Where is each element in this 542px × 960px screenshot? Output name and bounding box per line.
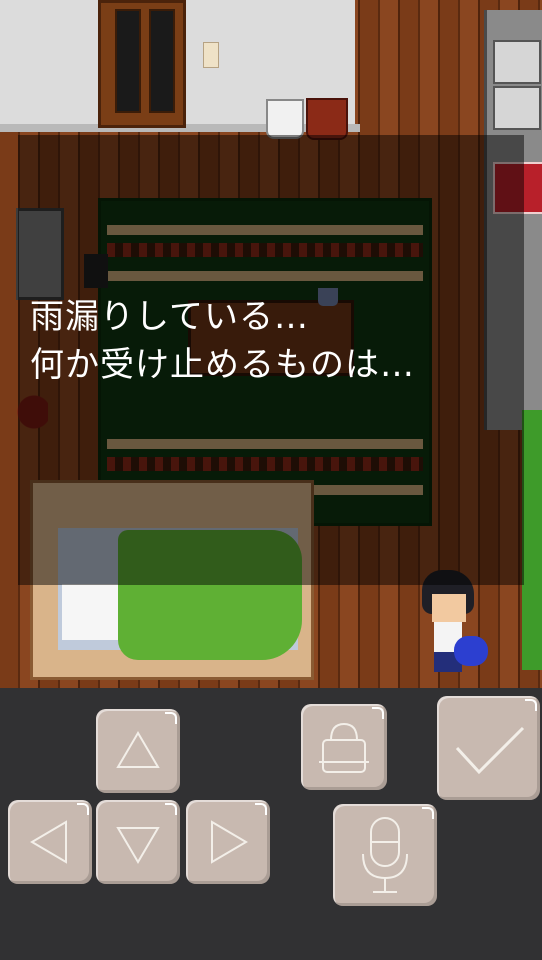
left-arrow-icon bbox=[30, 820, 67, 864]
item-button[interactable] bbox=[301, 704, 387, 790]
microphone-icon bbox=[362, 817, 408, 893]
dialog-line-1: 雨漏りしている… bbox=[30, 297, 309, 337]
left-button[interactable] bbox=[8, 800, 92, 884]
shelf-item bbox=[493, 40, 541, 84]
shelf-item bbox=[493, 86, 541, 130]
bag-icon bbox=[319, 722, 369, 773]
dialog-text: 雨漏りしている… 何か受け止めるものは… bbox=[30, 293, 415, 389]
door bbox=[98, 0, 186, 128]
door-glass-left bbox=[115, 9, 141, 113]
confirm-button[interactable] bbox=[437, 696, 540, 800]
red-bucket bbox=[306, 98, 348, 140]
right-button[interactable] bbox=[186, 800, 270, 884]
up-arrow-icon bbox=[116, 731, 160, 768]
checkmark-icon bbox=[455, 726, 525, 775]
up-button[interactable] bbox=[96, 709, 180, 793]
control-panel bbox=[0, 688, 542, 960]
white-bucket bbox=[266, 99, 304, 139]
dialog-box[interactable]: 雨漏りしている… 何か受け止めるものは… bbox=[18, 135, 524, 585]
down-button[interactable] bbox=[96, 800, 180, 884]
character-face bbox=[432, 594, 466, 622]
character-bag bbox=[454, 636, 488, 666]
dialog-line-2: 何か受け止めるものは… bbox=[30, 345, 415, 385]
down-arrow-icon bbox=[116, 827, 160, 864]
right-arrow-icon bbox=[211, 820, 248, 864]
voice-button[interactable] bbox=[333, 804, 437, 906]
game-scene[interactable]: 雨漏りしている… 何か受け止めるものは… bbox=[0, 0, 542, 688]
plant bbox=[522, 410, 542, 670]
light-switch bbox=[203, 42, 219, 68]
door-glass-right bbox=[149, 9, 175, 113]
